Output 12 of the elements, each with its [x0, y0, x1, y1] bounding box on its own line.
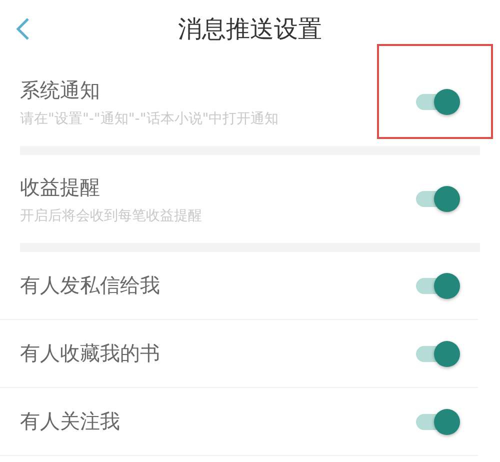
toggle-switch[interactable]	[416, 408, 460, 434]
setting-title: 有人关注我	[20, 408, 121, 435]
toggle-switch[interactable]	[416, 340, 460, 366]
setting-title: 有人发私信给我	[20, 272, 161, 299]
setting-title: 收益提醒	[20, 174, 101, 200]
toggle-switch[interactable]	[416, 186, 460, 212]
toggle-switch[interactable]	[416, 89, 460, 115]
setting-title: 有人收藏我的书	[20, 340, 161, 367]
setting-title: 系统通知	[20, 76, 101, 104]
page-title: 消息推送设置	[178, 14, 322, 45]
toggle-switch[interactable]	[416, 272, 460, 298]
back-icon[interactable]	[14, 16, 32, 42]
